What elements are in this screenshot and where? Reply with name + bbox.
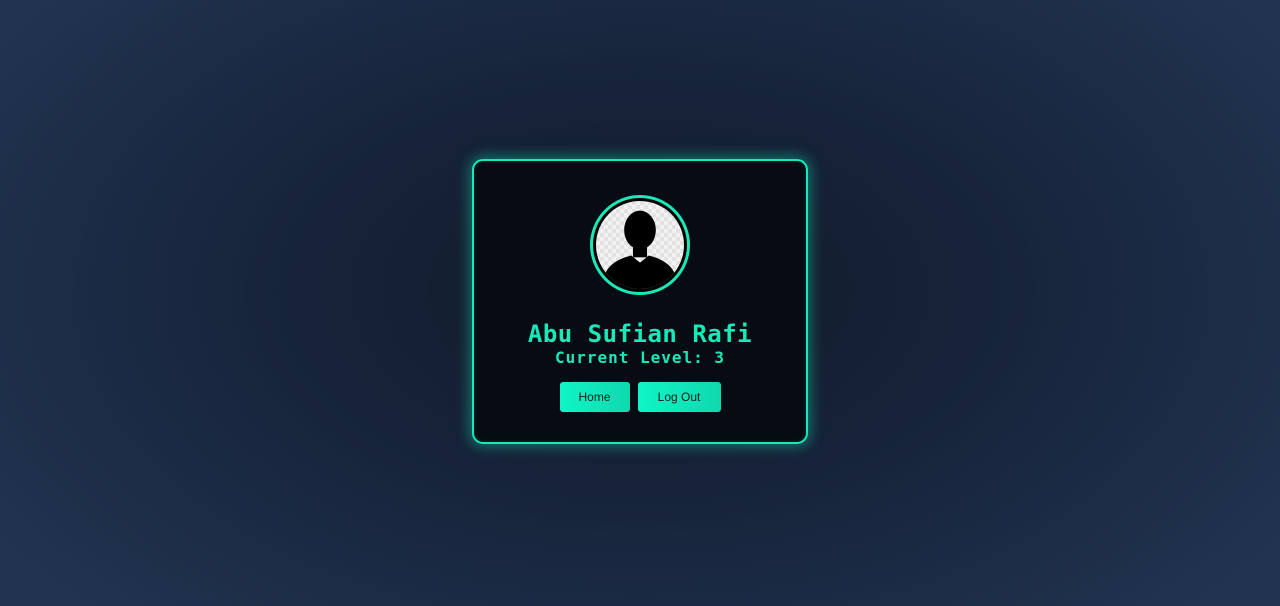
user-silhouette-icon: [596, 201, 684, 289]
current-level: Current Level: 3: [554, 348, 726, 367]
home-button[interactable]: Home: [559, 382, 630, 412]
profile-card: Abu Sufian Rafi Current Level: 3 Home Lo…: [472, 159, 808, 444]
action-buttons: Home Log Out: [474, 382, 806, 412]
avatar: [590, 195, 690, 295]
logout-button[interactable]: Log Out: [637, 382, 721, 412]
user-name: Abu Sufian Rafi: [527, 320, 753, 348]
